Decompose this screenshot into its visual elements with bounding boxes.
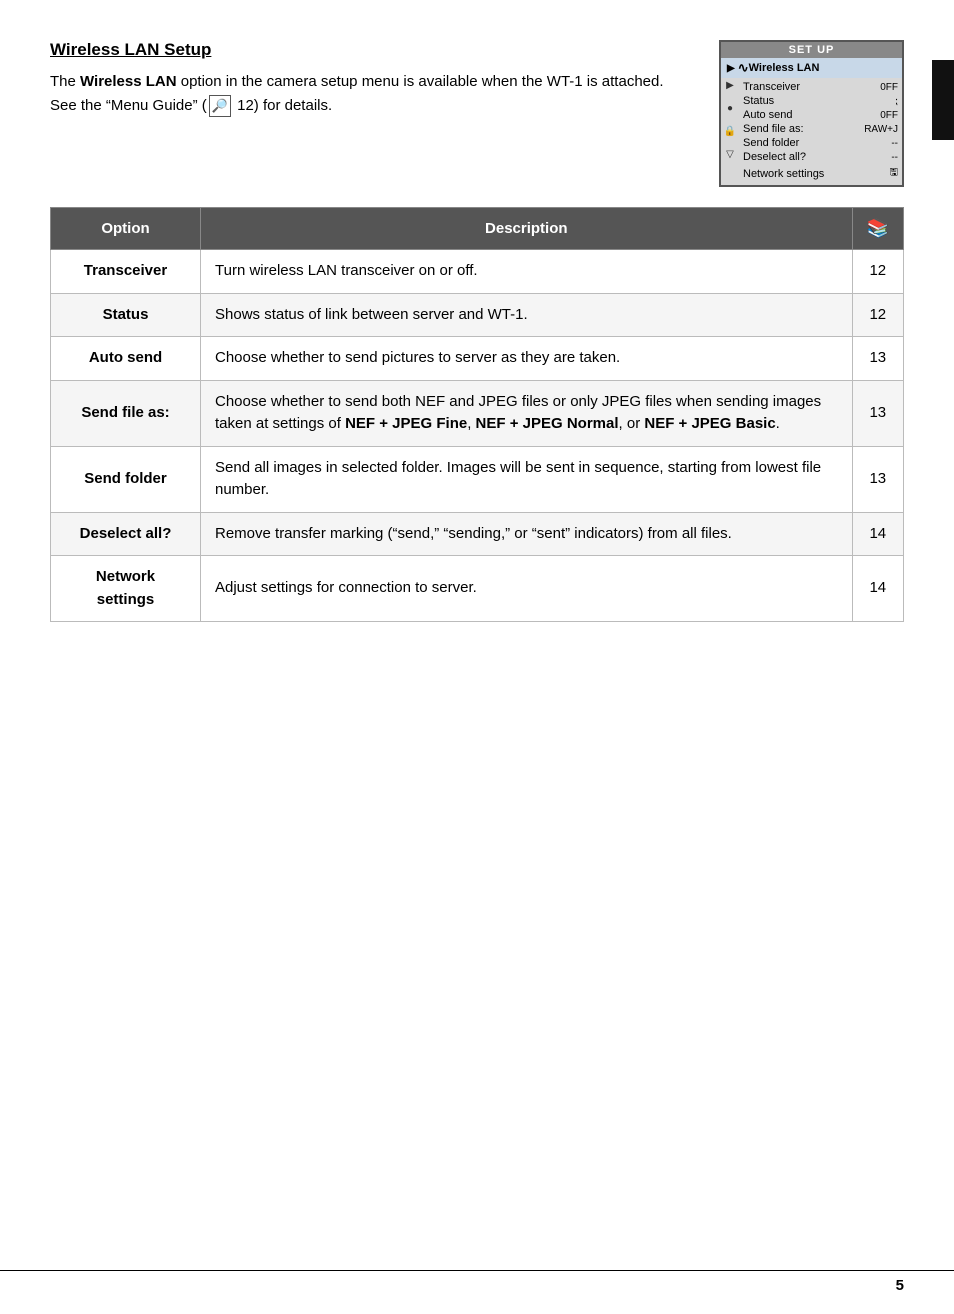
table-row-sendfolder: Send folder Send all images in selected …	[51, 446, 904, 512]
description-transceiver: Turn wireless LAN transceiver on or off.	[201, 250, 853, 294]
menu-icon-4: ▽	[726, 149, 734, 160]
option-status: Status	[51, 293, 201, 337]
table-row-autosend: Auto send Choose whether to send picture…	[51, 337, 904, 381]
wireless-lan-label: Wireless LAN	[749, 62, 820, 74]
wireless-symbol-icon: ∿	[738, 60, 749, 76]
right-edge-tab	[932, 60, 954, 140]
option-autosend: Auto send	[51, 337, 201, 381]
option-sendfileas: Send file as:	[51, 380, 201, 446]
description-autosend: Choose whether to send pictures to serve…	[201, 337, 853, 381]
description-sendfileas: Choose whether to send both NEF and JPEG…	[201, 380, 853, 446]
description-deselectall: Remove transfer marking (“send,” “sendin…	[201, 512, 853, 556]
page-autosend: 13	[852, 337, 903, 381]
table-header-option: Option	[51, 208, 201, 250]
menu-icon-3: 🔒	[724, 126, 736, 137]
menu-item-sendfolder-label: Send folder	[743, 137, 799, 149]
menu-item-status: Status ⁏	[743, 94, 898, 108]
page-deselectall: 14	[852, 512, 903, 556]
wireless-arrow-icon: ▶	[727, 63, 735, 74]
book-page-icon: 📚	[867, 218, 889, 238]
menu-item-deselectall-value: --	[891, 152, 898, 163]
option-networksettings: Network settings	[51, 556, 201, 622]
menu-item-autosend-value: 0FF	[880, 110, 898, 121]
table-header-page: 📚	[852, 208, 903, 250]
menu-icon-2: ●	[727, 103, 733, 114]
nef-jpeg-basic: NEF + JPEG Basic	[644, 415, 775, 432]
nef-jpeg-normal: NEF + JPEG Normal	[476, 415, 619, 432]
description-status: Shows status of link between server and …	[201, 293, 853, 337]
camera-menu-icons: ▶ ● 🔒 ▽	[721, 78, 739, 185]
intro-bold: Wireless LAN	[80, 73, 177, 90]
menu-item-transceiver-value: 0FF	[880, 82, 898, 93]
menu-item-status-value: ⁏	[895, 96, 898, 107]
camera-menu-wireless-row: ▶ ∿ Wireless LAN	[721, 58, 902, 78]
page-transceiver: 12	[852, 250, 903, 294]
nef-jpeg-fine: NEF + JPEG Fine	[345, 415, 467, 432]
option-sendfolder: Send folder	[51, 446, 201, 512]
page: Wireless LAN Setup The Wireless LAN opti…	[0, 0, 954, 1314]
menu-item-deselectall: Deselect all? --	[743, 150, 898, 164]
page-status: 12	[852, 293, 903, 337]
option-transceiver: Transceiver	[51, 250, 201, 294]
table-row-status: Status Shows status of link between serv…	[51, 293, 904, 337]
camera-menu-body: ▶ ● 🔒 ▽ Transceiver 0FF Status ⁏ Aut	[721, 78, 902, 185]
table-header-description: Description	[201, 208, 853, 250]
menu-item-status-label: Status	[743, 95, 774, 107]
options-table: Option Description 📚 Transceiver Turn wi…	[50, 207, 904, 622]
intro-text: The Wireless LAN option in the camera se…	[50, 70, 689, 118]
page-footer: 5	[0, 1270, 954, 1294]
menu-item-deselectall-label: Deselect all?	[743, 151, 806, 163]
description-networksettings: Adjust settings for connection to server…	[201, 556, 853, 622]
menu-item-sendfileas: Send file as: RAW+J	[743, 122, 898, 136]
menu-item-sendfileas-value: RAW+J	[864, 124, 898, 135]
intro-block: Wireless LAN Setup The Wireless LAN opti…	[50, 40, 719, 118]
book-icon: 🔎	[209, 95, 231, 118]
description-sendfolder: Send all images in selected folder. Imag…	[201, 446, 853, 512]
menu-item-sendfolder-value: --	[891, 138, 898, 149]
menu-item-sendfolder: Send folder --	[743, 136, 898, 150]
menu-item-transceiver: Transceiver 0FF	[743, 80, 898, 94]
menu-icon-1: ▶	[726, 80, 734, 91]
table-row-sendfileas: Send file as: Choose whether to send bot…	[51, 380, 904, 446]
page-title: Wireless LAN Setup	[50, 40, 689, 60]
camera-menu-items: Transceiver 0FF Status ⁏ Auto send 0FF S…	[739, 78, 902, 185]
menu-item-autosend-label: Auto send	[743, 109, 793, 121]
table-row-transceiver: Transceiver Turn wireless LAN transceive…	[51, 250, 904, 294]
page-sendfileas: 13	[852, 380, 903, 446]
camera-menu-title: SET UP	[721, 42, 902, 58]
menu-item-sendfileas-label: Send file as:	[743, 123, 804, 135]
menu-item-networksettings-label: Network settings	[743, 168, 824, 180]
table-row-networksettings: Network settings Adjust settings for con…	[51, 556, 904, 622]
intro-prefix: The	[50, 73, 80, 90]
option-deselectall: Deselect all?	[51, 512, 201, 556]
camera-menu-screenshot: SET UP ▶ ∿ Wireless LAN ▶ ● 🔒 ▽ Transcei…	[719, 40, 904, 187]
page-sendfolder: 13	[852, 446, 903, 512]
page-number: 5	[896, 1277, 904, 1294]
menu-item-autosend: Auto send 0FF	[743, 108, 898, 122]
table-row-deselectall: Deselect all? Remove transfer marking (“…	[51, 512, 904, 556]
menu-item-networksettings: Network settings 🖫	[743, 164, 898, 183]
page-networksettings: 14	[852, 556, 903, 622]
header-section: Wireless LAN Setup The Wireless LAN opti…	[50, 40, 904, 187]
menu-item-transceiver-label: Transceiver	[743, 81, 800, 93]
menu-item-networksettings-value: 🖫	[889, 165, 898, 182]
